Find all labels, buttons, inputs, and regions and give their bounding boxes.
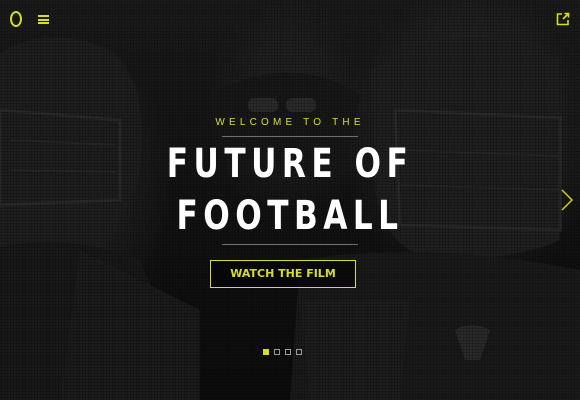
hero-content: WELCOME TO THE FUTURE OF FOOTBALL WATCH … xyxy=(0,0,580,400)
slide-pager xyxy=(263,349,302,355)
pager-dot-4[interactable] xyxy=(296,349,302,355)
pager-dot-3[interactable] xyxy=(285,349,291,355)
hero-kicker: WELCOME TO THE xyxy=(215,117,365,128)
pager-dot-1[interactable] xyxy=(263,349,269,355)
chevron-right-icon[interactable] xyxy=(560,188,574,212)
hero-title-line1: FUTURE OF xyxy=(166,141,414,187)
hero-slide: WELCOME TO THE FUTURE OF FOOTBALL WATCH … xyxy=(0,0,580,400)
hero-title-line2: FOOTBALL xyxy=(176,193,404,239)
divider-bottom xyxy=(222,244,358,245)
watch-film-button[interactable]: WATCH THE FILM xyxy=(210,260,356,288)
pager-dot-2[interactable] xyxy=(274,349,280,355)
divider-top xyxy=(222,136,358,137)
